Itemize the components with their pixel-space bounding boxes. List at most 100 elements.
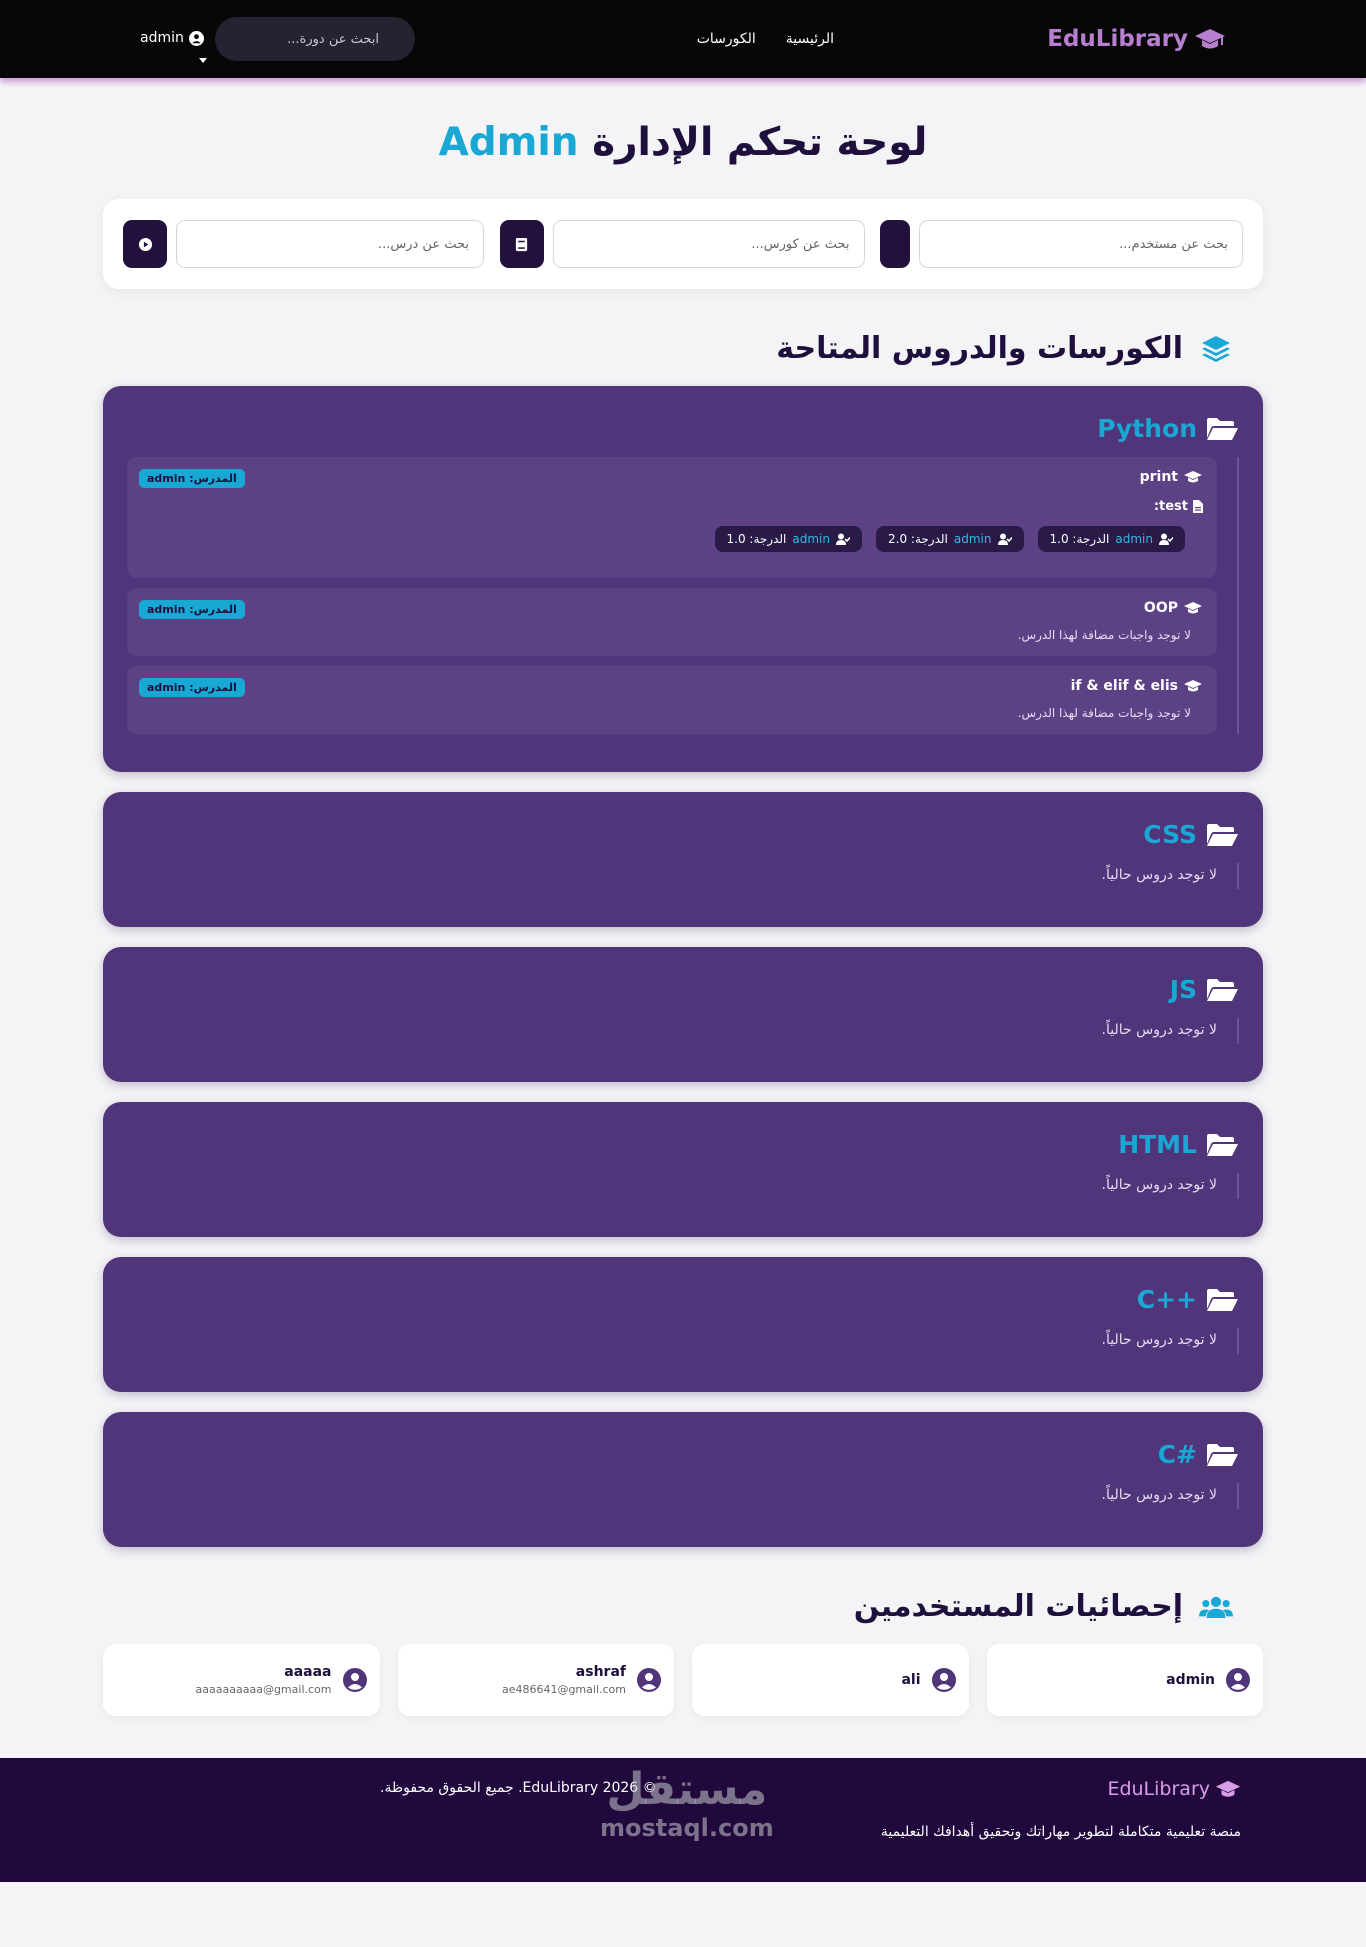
lesson-title[interactable]: OOP xyxy=(141,600,1203,616)
user-card[interactable]: ali xyxy=(692,1644,969,1716)
user-email: ae486641@gmail.com xyxy=(501,1683,626,1696)
user-circle-icon xyxy=(188,30,204,46)
footer-brand-name: EduLibrary xyxy=(1107,1778,1210,1800)
course-lessons: لا توجد دروس حالياً. xyxy=(127,1018,1239,1044)
grade-value: الدرجة: 2.0 xyxy=(888,532,948,546)
lesson-title[interactable]: if & elif & elis xyxy=(141,678,1203,694)
lesson-card: if & elif & elis المدرس: admin لا توجد و… xyxy=(127,666,1217,734)
grade-user: admin xyxy=(953,532,992,546)
graduation-cap-icon xyxy=(1184,471,1202,483)
course-lessons: print المدرس: admin test: admin الدرجة: … xyxy=(127,457,1239,734)
watermark-arabic: مستقل xyxy=(606,1764,768,1815)
user-check-icon xyxy=(1159,533,1173,545)
navbar: EduLibrary الرئيسية الكورسات admin xyxy=(0,0,1366,78)
graduation-cap-icon xyxy=(1215,1780,1241,1797)
user-stats-list: admin ali ashraf ae486641@gmail.com aaaa… xyxy=(103,1644,1263,1716)
users-section-title: إحصائيات المستخدمين xyxy=(103,1589,1263,1624)
course-name: CSS xyxy=(1143,820,1197,849)
layer-group-icon xyxy=(1202,335,1230,362)
course-search-group xyxy=(499,220,865,268)
user-card[interactable]: admin xyxy=(986,1644,1263,1716)
chevron-down-icon[interactable] xyxy=(199,58,207,63)
folder-open-icon xyxy=(1207,1288,1238,1311)
no-lessons-text: لا توجد دروس حالياً. xyxy=(1101,1487,1217,1503)
course-search-input[interactable] xyxy=(552,220,865,268)
folder-open-icon xyxy=(1207,823,1238,846)
lesson-search-input[interactable] xyxy=(176,220,484,268)
user-menu-name: admin xyxy=(140,30,184,46)
brand-name: EduLibrary xyxy=(1047,26,1188,52)
course-card-cpp: C++ لا توجد دروس حالياً. xyxy=(103,1257,1263,1392)
grade-user: admin xyxy=(792,532,830,546)
assignment-item[interactable]: test: xyxy=(141,499,1203,514)
user-search-group xyxy=(880,220,1243,268)
user-info: aaaaa aaaaaaaaaa@gmail.com xyxy=(196,1664,332,1696)
nav-search-box xyxy=(209,17,415,61)
grade-pill: admin الدرجة: 1.0 xyxy=(1037,526,1185,552)
nav-link-home[interactable]: الرئيسية xyxy=(786,31,834,47)
no-homework-text: لا توجد واجبات مضافة لهذا الدرس. xyxy=(1017,628,1191,642)
assignment-name: test: xyxy=(1153,499,1188,514)
course-search-button[interactable] xyxy=(499,220,544,268)
teacher-badge: المدرس: admin xyxy=(139,600,245,619)
lesson-search-button[interactable] xyxy=(123,220,167,268)
grade-value: الدرجة: 1.0 xyxy=(1049,532,1110,546)
no-homework-text: لا توجد واجبات مضافة لهذا الدرس. xyxy=(1017,706,1191,720)
course-card-css: CSS لا توجد دروس حالياً. xyxy=(103,792,1263,927)
lesson-name: OOP xyxy=(1143,600,1178,616)
folder-open-icon xyxy=(1207,417,1238,440)
folder-open-icon xyxy=(1207,1443,1238,1466)
grade-user: admin xyxy=(1115,532,1153,546)
course-name: JS xyxy=(1169,975,1197,1004)
page-title-main: لوحة تحكم الإدارة xyxy=(592,120,928,165)
course-card-js: JS لا توجد دروس حالياً. xyxy=(103,947,1263,1082)
lesson-card: OOP المدرس: admin لا توجد واجبات مضافة ل… xyxy=(127,588,1217,656)
user-name: ali xyxy=(901,1672,921,1688)
course-title[interactable]: JS xyxy=(127,975,1239,1004)
watermark-latin: mostaql.com xyxy=(600,1814,774,1842)
user-name: admin xyxy=(1166,1672,1215,1688)
graduation-cap-icon xyxy=(1184,602,1202,614)
nav-link-courses[interactable]: الكورسات xyxy=(697,31,756,47)
teacher-badge: المدرس: admin xyxy=(139,469,245,488)
course-title[interactable]: C++ xyxy=(127,1285,1239,1314)
user-check-icon xyxy=(836,533,850,545)
page-title-accent: Admin xyxy=(438,120,579,165)
user-circle-icon xyxy=(1226,1668,1250,1692)
user-info: ali xyxy=(901,1672,920,1688)
book-icon xyxy=(515,237,528,251)
course-title[interactable]: CSS xyxy=(127,820,1239,849)
users-icon xyxy=(1199,1596,1233,1618)
courses-section-label: الكورسات والدروس المتاحة xyxy=(776,331,1183,366)
search-panel xyxy=(103,199,1263,289)
user-name: aaaaa xyxy=(284,1664,332,1680)
user-info: admin xyxy=(1166,1672,1215,1688)
user-circle-icon xyxy=(342,1668,367,1692)
course-name: HTML xyxy=(1118,1130,1197,1159)
lesson-title[interactable]: print xyxy=(141,469,1203,485)
course-name: Python xyxy=(1097,414,1197,443)
file-icon xyxy=(1193,500,1203,513)
user-menu[interactable]: admin xyxy=(140,30,204,46)
graduation-cap-icon xyxy=(1195,29,1225,49)
course-name: C# xyxy=(1157,1440,1197,1469)
courses-section-title: الكورسات والدروس المتاحة xyxy=(103,331,1263,366)
folder-open-icon xyxy=(1207,978,1238,1001)
brand-logo[interactable]: EduLibrary xyxy=(1047,26,1226,52)
course-title[interactable]: HTML xyxy=(127,1130,1239,1159)
user-circle-icon xyxy=(931,1668,956,1692)
course-title[interactable]: Python xyxy=(127,414,1239,443)
footer-brand[interactable]: EduLibrary xyxy=(1107,1778,1241,1800)
user-search-button[interactable] xyxy=(880,220,910,268)
nav-search-input[interactable] xyxy=(209,31,405,47)
user-search-input[interactable] xyxy=(919,220,1243,268)
lesson-name: print xyxy=(1139,469,1178,485)
user-card[interactable]: aaaaa aaaaaaaaaa@gmail.com xyxy=(103,1644,380,1716)
nav-links: الرئيسية الكورسات xyxy=(697,31,834,47)
users-section-label: إحصائيات المستخدمين xyxy=(853,1589,1183,1624)
course-title[interactable]: C# xyxy=(127,1440,1239,1469)
graduation-cap-icon xyxy=(1184,680,1202,692)
course-lessons: لا توجد دروس حالياً. xyxy=(127,1173,1239,1199)
user-card[interactable]: ashraf ae486641@gmail.com xyxy=(397,1644,674,1716)
watermark-logo: مستقل mostaql.com xyxy=(600,1764,774,1843)
